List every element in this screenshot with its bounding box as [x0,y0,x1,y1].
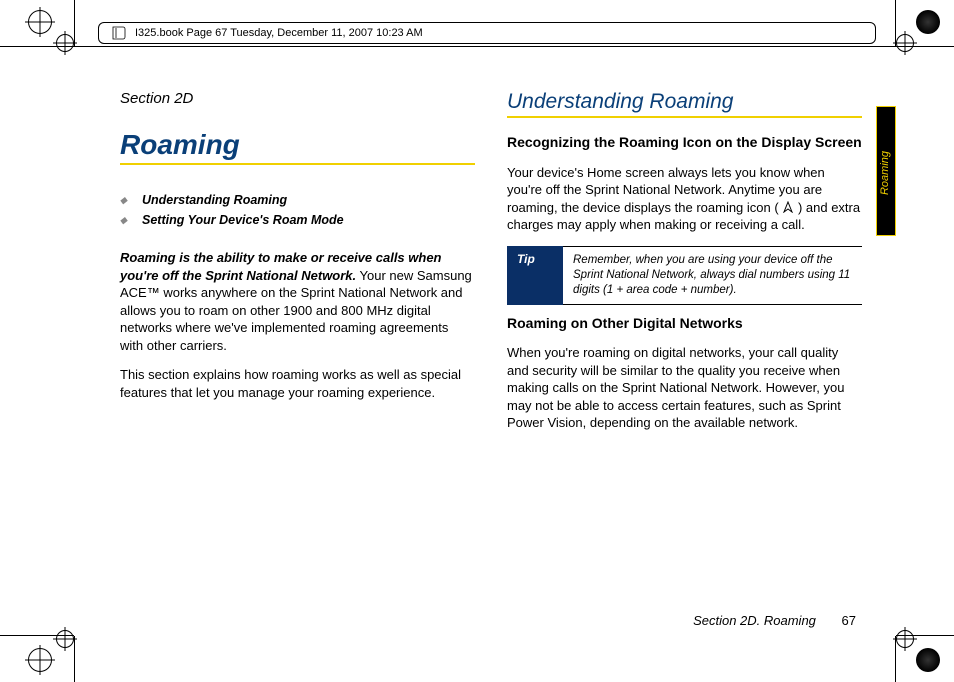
book-icon [111,25,127,41]
registration-mark-icon [28,10,52,34]
registration-mark-icon [28,648,52,672]
body-paragraph: Your device's Home screen always lets yo… [507,164,862,234]
header-book-info: I325.book Page 67 Tuesday, December 11, … [98,22,876,44]
crop-mark [74,0,75,46]
heading-underline [507,116,862,118]
diamond-bullet-icon: ◆ [120,195,130,206]
page-body: Section 2D Roaming ◆ Understanding Roami… [120,90,862,612]
section-heading: Understanding Roaming [507,90,862,114]
toc-item: ◆ Understanding Roaming [120,193,475,207]
toc-text: Setting Your Device's Roam Mode [142,213,344,227]
tip-label: Tip [507,246,563,305]
body-paragraph: When you're roaming on digital networks,… [507,344,862,432]
footer-page: 67 [842,613,856,628]
crop-mark [74,636,75,682]
side-tab: Roaming [876,106,896,236]
lead-paragraph: Roaming is the ability to make or receiv… [120,249,475,354]
registration-mark-icon [896,630,914,648]
title-underline [120,163,475,165]
body-paragraph: This section explains how roaming works … [120,366,475,401]
tip-box: Tip Remember, when you are using your de… [507,246,862,305]
toc-text: Understanding Roaming [142,193,287,207]
roaming-icon [782,201,794,213]
crop-line-top [74,46,896,47]
color-swatch-icon [916,648,940,672]
tip-text: Remember, when you are using your device… [563,246,862,305]
p1a: Your device's Home screen always lets yo… [507,165,825,215]
registration-mark-icon [56,630,74,648]
toc-item: ◆ Setting Your Device's Roam Mode [120,213,475,227]
color-swatch-icon [916,10,940,34]
section-label: Section 2D [120,90,475,107]
registration-mark-icon [896,34,914,52]
side-tab-label: Roaming [879,151,891,195]
footer: Section 2D. Roaming 67 [693,613,856,628]
right-column: Understanding Roaming Recognizing the Ro… [507,90,862,612]
header-text: I325.book Page 67 Tuesday, December 11, … [135,27,423,39]
subheading: Roaming on Other Digital Networks [507,315,862,333]
page-title: Roaming [120,129,475,161]
crop-mark [895,636,896,682]
diamond-bullet-icon: ◆ [120,215,130,226]
subheading: Recognizing the Roaming Icon on the Disp… [507,134,862,152]
left-column: Section 2D Roaming ◆ Understanding Roami… [120,90,475,612]
footer-section: Section 2D. Roaming [693,613,816,628]
registration-mark-icon [56,34,74,52]
